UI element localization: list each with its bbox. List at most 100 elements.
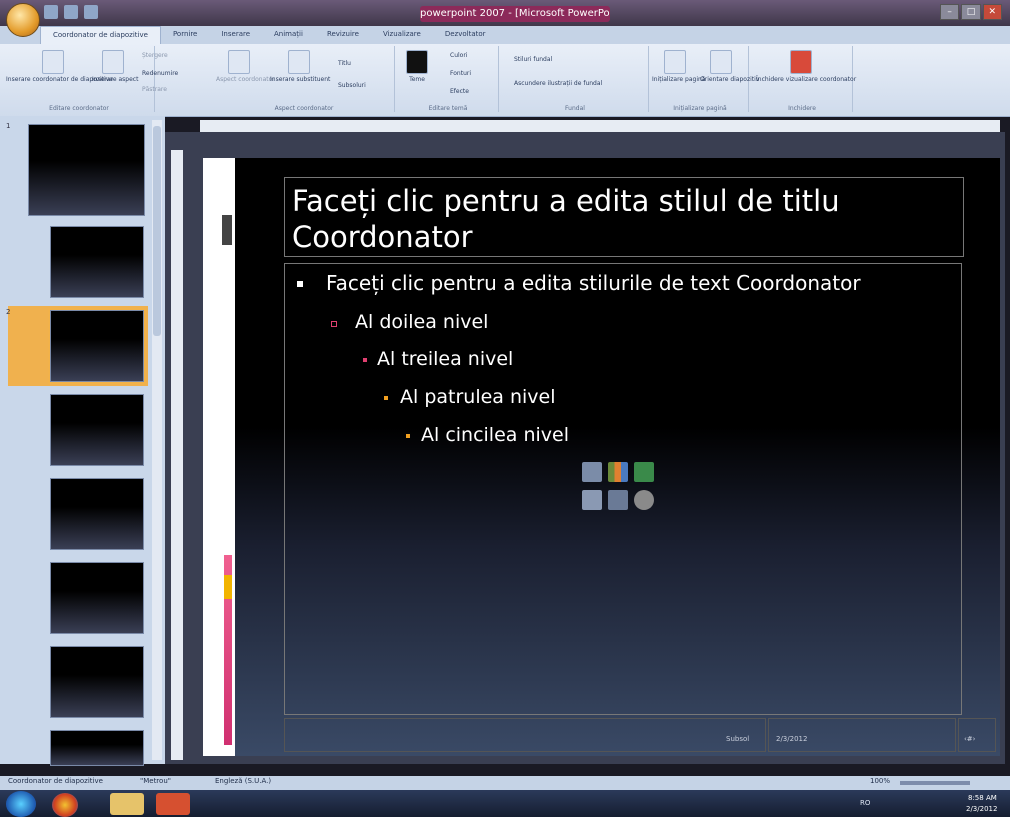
insert-placeholder-icon[interactable] (288, 50, 310, 74)
tab-review[interactable]: Revizuire (315, 26, 371, 44)
layout-thumbnail[interactable] (50, 226, 144, 298)
group-label: Fundal (565, 105, 585, 112)
clipart-icon[interactable] (608, 490, 628, 510)
chrome-icon[interactable] (52, 793, 78, 817)
colors-button[interactable]: Culori (450, 52, 467, 59)
group-label: Editare coordonator (49, 105, 109, 112)
save-icon[interactable] (44, 5, 58, 19)
insert-master-button[interactable]: Inserare coordonator de diapozitive (6, 76, 113, 83)
group-page-setup: Inițializare pagină Orientare diapozitiv… (652, 46, 759, 112)
effects-button[interactable]: Efecte (450, 88, 469, 95)
close-button[interactable]: ✕ (982, 4, 1002, 20)
bullet-level-4 (384, 396, 388, 400)
layout-thumbnail-selected[interactable] (48, 308, 146, 384)
tab-home[interactable]: Pornire (161, 26, 209, 44)
vertical-ruler[interactable] (171, 150, 183, 760)
close-master-icon[interactable] (790, 50, 812, 74)
slide-number-text[interactable]: ‹#› (964, 735, 975, 743)
layout-thumbnail[interactable] (50, 646, 144, 718)
page-setup-button[interactable]: Inițializare pagină (652, 76, 705, 83)
body-level-2[interactable]: Al doilea nivel (355, 311, 488, 333)
body-level-5[interactable]: Al cincilea nivel (421, 424, 569, 446)
footers-checkbox[interactable]: Subsoluri (338, 82, 366, 89)
undo-icon[interactable] (64, 5, 78, 19)
tab-animations[interactable]: Animații (262, 26, 315, 44)
ribbon-tabs: Coordonator de diapozitive Pornire Inser… (0, 26, 1010, 45)
date-text[interactable]: 2/3/2012 (776, 735, 807, 743)
layout-thumbnail[interactable] (50, 562, 144, 634)
ribbon: Inserare coordonator de diapozitive Inse… (0, 44, 1010, 117)
smartart-icon[interactable] (634, 462, 654, 482)
clock-time[interactable]: 8:58 AM (968, 794, 997, 802)
tab-developer[interactable]: Dezvoltator (433, 26, 498, 44)
footer-placeholder[interactable] (284, 718, 766, 752)
themes-button[interactable]: Teme (404, 76, 430, 83)
tab-slide-master[interactable]: Coordonator de diapozitive (40, 26, 161, 45)
insert-layout-icon[interactable] (102, 50, 124, 74)
master-thumbnail[interactable] (28, 124, 145, 216)
status-theme: "Metrou" (140, 777, 171, 785)
bullet-level-2 (331, 321, 337, 327)
tab-view[interactable]: Vizualizare (371, 26, 433, 44)
orientation-button[interactable]: Orientare diapozitiv (700, 76, 759, 83)
maximize-button[interactable]: □ (961, 4, 981, 20)
horizontal-ruler[interactable] (200, 120, 1000, 132)
layout-thumbnail[interactable] (50, 478, 144, 550)
orientation-icon[interactable] (710, 50, 732, 74)
tab-insert[interactable]: Inserare (209, 26, 262, 44)
body-level-3[interactable]: Al treilea nivel (377, 348, 513, 370)
group-label: Editare temă (428, 105, 468, 112)
body-level-4[interactable]: Al patrulea nivel (400, 386, 556, 408)
chart-icon[interactable] (608, 462, 628, 482)
slide-title[interactable]: Faceți clic pentru a edita stilul de tit… (292, 183, 952, 255)
title-checkbox[interactable]: Titlu (338, 60, 351, 67)
preserve-button[interactable]: Păstrare (142, 86, 167, 93)
rename-button[interactable]: Redenumire (142, 70, 178, 77)
status-language[interactable]: Engleză (S.U.A.) (215, 777, 271, 785)
layout-thumbnail[interactable] (50, 730, 144, 766)
thumbnail-number: 1 (6, 122, 11, 130)
zoom-slider[interactable] (900, 781, 970, 785)
picture-icon[interactable] (582, 490, 602, 510)
layout-thumbnail[interactable] (50, 394, 144, 466)
group-close: Închidere vizualizare coordonator Închid… (752, 46, 856, 112)
taskbar (0, 790, 1010, 817)
tray-language[interactable]: RO (860, 799, 870, 807)
insert-placeholder-button[interactable]: Inserare substituent (270, 76, 330, 83)
quick-access-toolbar (44, 5, 98, 21)
decorative-bar-yellow (224, 575, 232, 599)
pane-scroll-thumb[interactable] (153, 126, 161, 336)
page-setup-icon[interactable] (664, 50, 686, 74)
insert-layout-button[interactable]: Inserare aspect (92, 76, 138, 83)
explorer-icon[interactable] (110, 793, 144, 815)
thumbnail-number: 2 (6, 308, 11, 316)
delete-button[interactable]: Ștergere (142, 52, 168, 59)
bullet-level-3 (363, 358, 367, 362)
body-level-1[interactable]: Faceți clic pentru a edita stilurile de … (326, 271, 861, 295)
group-edit-theme: Teme Culori Fonturi Efecte Editare temă (398, 46, 499, 112)
themes-icon[interactable] (406, 50, 428, 74)
start-button[interactable] (6, 791, 36, 817)
zoom-level[interactable]: 100% (870, 777, 890, 785)
office-button[interactable] (6, 3, 40, 37)
close-master-view-button[interactable]: Închidere vizualizare coordonator (756, 76, 856, 83)
hide-graphics-checkbox[interactable]: Ascundere ilustrații de fundal (514, 80, 602, 87)
media-icon[interactable] (634, 490, 654, 510)
group-label: Închidere (788, 105, 816, 112)
redo-icon[interactable] (84, 5, 98, 19)
master-layout-icon[interactable] (228, 50, 250, 74)
window-title: powerpoint 2007 - [Microsoft PowerPoint] (420, 6, 610, 22)
status-view: Coordonator de diapozitive (8, 777, 103, 785)
footer-text[interactable]: Subsol (726, 735, 749, 743)
content-insert-icons (582, 462, 662, 514)
bullet-level-5 (406, 434, 410, 438)
background-styles-button[interactable]: Stiluri fundal (514, 56, 552, 63)
master-layout-button[interactable]: Aspect coordonator (216, 76, 275, 83)
group-label: Aspect coordonator (274, 105, 334, 112)
powerpoint-icon[interactable] (156, 793, 190, 815)
table-icon[interactable] (582, 462, 602, 482)
clock-date[interactable]: 2/3/2012 (966, 805, 997, 813)
fonts-button[interactable]: Fonturi (450, 70, 471, 77)
minimize-button[interactable]: – (940, 4, 960, 20)
insert-master-icon[interactable] (42, 50, 64, 74)
